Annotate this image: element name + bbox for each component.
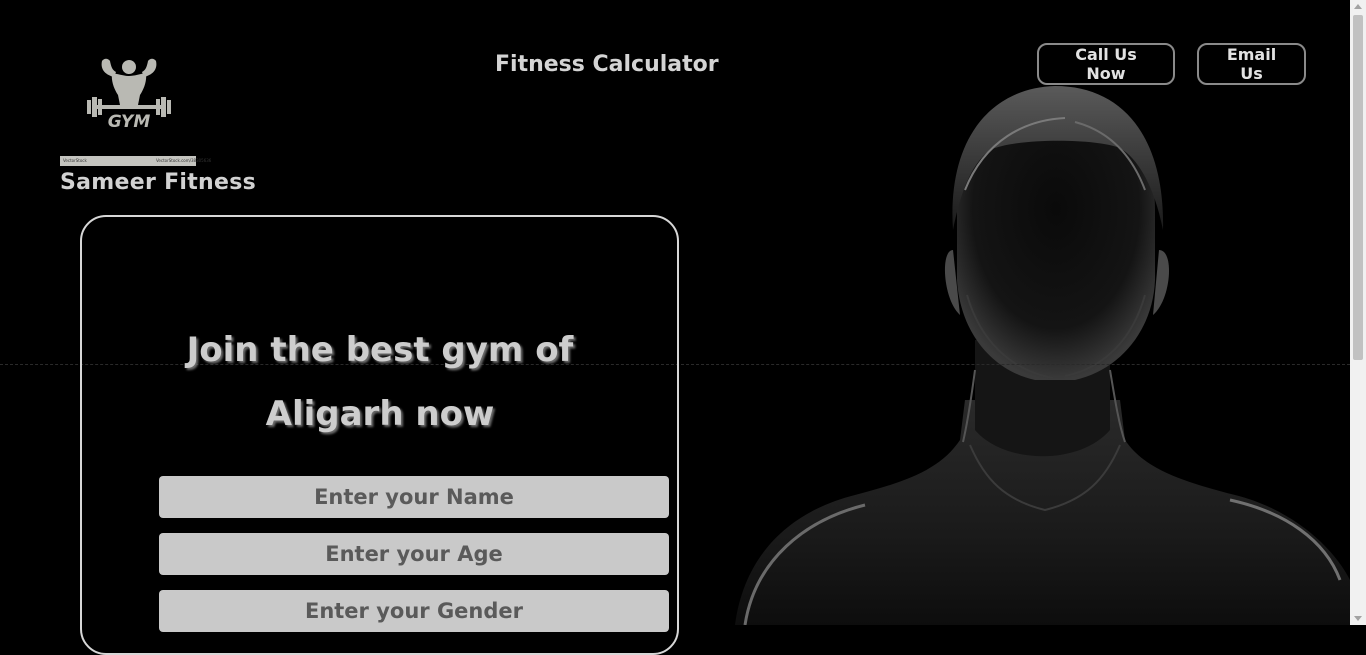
scroll-down-arrow-icon[interactable] <box>1354 616 1362 621</box>
vertical-scrollbar[interactable] <box>1350 0 1366 625</box>
watermark-left: VectorStock <box>63 158 87 163</box>
gender-input[interactable] <box>159 590 669 632</box>
scroll-thumb[interactable] <box>1353 15 1363 360</box>
page-title[interactable]: Fitness Calculator <box>495 52 719 77</box>
brand-name: Sameer Fitness <box>60 170 257 195</box>
athlete-silhouette-image <box>735 86 1350 625</box>
age-input[interactable] <box>159 533 669 575</box>
name-input[interactable] <box>159 476 669 518</box>
headline-line-2: Aligarh now <box>265 394 495 434</box>
watermark-right: VectorStock.com/38305636 <box>156 158 212 163</box>
call-us-button[interactable]: Call Us Now <box>1037 43 1175 85</box>
gym-logo-icon: GYM <box>87 58 171 130</box>
logo-text: GYM <box>108 112 151 130</box>
watermark-strip: VectorStock VectorStock.com/38305636 <box>60 156 211 166</box>
email-us-button[interactable]: Email Us <box>1197 43 1306 85</box>
headline-line-1: Join the best gym of <box>186 330 574 370</box>
hero-headline: Join the best gym of Aligarh now <box>130 318 630 446</box>
scroll-up-arrow-icon[interactable] <box>1354 4 1362 9</box>
